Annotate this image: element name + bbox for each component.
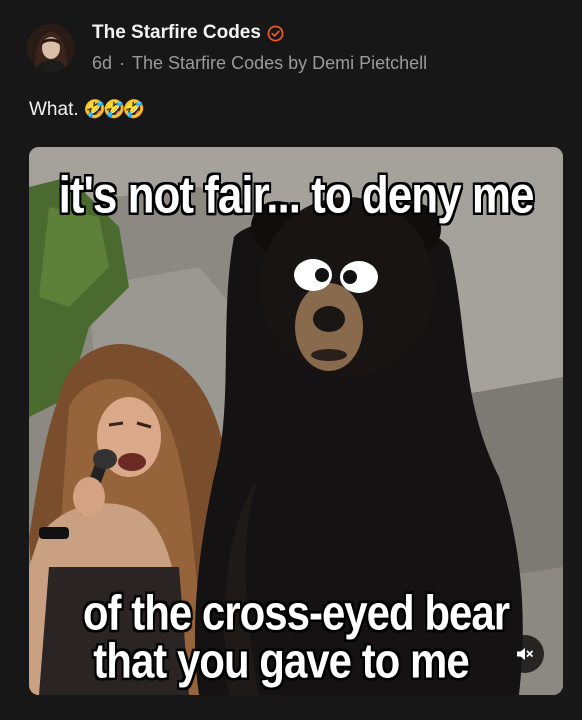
author-avatar[interactable] [27,24,75,72]
speaker-muted-icon [517,648,533,660]
meta-separator: · [119,53,126,73]
meme-bottom-text-line2: that you gave to me [93,632,469,689]
post-timestamp[interactable]: 6d [92,53,112,74]
post-caption: What. 🤣🤣🤣 [29,99,145,121]
post-source[interactable]: The Starfire Codes by Demi Pietchell [132,53,427,74]
post-image[interactable]: it's not fair... to deny me of the cross… [29,147,563,695]
verified-badge-icon [267,25,284,42]
meme-top-text: it's not fair... to deny me [58,166,535,225]
post-card: The Starfire Codes 6d · The Starfire Cod… [0,0,582,720]
author-name[interactable]: The Starfire Codes [92,22,284,44]
caption-emoji: 🤣🤣🤣 [83,99,145,119]
mute-button[interactable] [506,635,544,673]
post-meta: 6d · The Starfire Codes by Demi Pietchel… [92,53,427,74]
author-name-text[interactable]: The Starfire Codes [92,22,261,44]
caption-text: What. [29,99,79,120]
